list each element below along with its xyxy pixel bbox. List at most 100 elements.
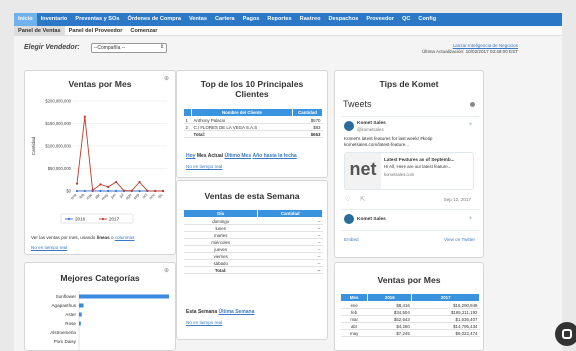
nav-tab[interactable]: Ventas: [185, 13, 211, 26]
data-point: [107, 185, 110, 189]
table-row: ene $8,416 $16,290,948: [340, 301, 480, 309]
twitter-bird-icon: ✦: [467, 122, 473, 128]
nav-tab[interactable]: Rastreo: [296, 13, 325, 26]
chat-icon: [562, 329, 572, 339]
nav-tab[interactable]: Preventas y SOs: [71, 13, 123, 26]
data-point: [83, 189, 86, 193]
category-label: Rose: [65, 321, 76, 326]
columns-link[interactable]: columnas: [115, 235, 135, 240]
total-amount: $653: [292, 130, 323, 138]
card-description: Hi All, Here are our latest feature...: [384, 164, 452, 169]
avatar[interactable]: [344, 121, 354, 131]
nav-tab[interactable]: Despachos: [325, 13, 363, 26]
panel-title: Top de los 10 Principales Clientes: [200, 79, 304, 99]
category-bar: [79, 312, 82, 317]
bi-launch-link[interactable]: Lanzar Inteligencia de Negocios: [453, 43, 518, 48]
tweet-link-card[interactable]: net Latest Features as of Septemb... Hi …: [344, 152, 474, 190]
y-tick-label: $0: [66, 189, 71, 194]
row-rank: 1: [183, 116, 192, 124]
tweet-author[interactable]: Komet Sales: [357, 121, 386, 126]
category-label: Alstroemeria: [50, 330, 76, 335]
x-tick-label: dic: [157, 192, 164, 199]
x-tick-label: feb: [78, 192, 86, 200]
data-point: [99, 189, 102, 193]
komet-tips-panel: Tips de Komet Tweets Komet Sales @komets…: [334, 70, 484, 258]
nav-tab[interactable]: Inicio: [14, 13, 37, 26]
chat-launcher-button[interactable]: [555, 322, 576, 346]
nav-tab[interactable]: Órdenes de Compra: [124, 13, 185, 26]
tweet-handle[interactable]: @kometsales: [357, 127, 384, 132]
vendor-label: Elegir Vendedor:: [24, 44, 80, 51]
sales-by-month-panel: Ventas por Mes ⊕ $200,000,000 $150,000,00…: [24, 70, 176, 255]
row-amount: $570: [292, 116, 323, 124]
total-row: Total: --: [183, 266, 323, 274]
tweet-date[interactable]: Sep 12, 2017: [444, 197, 471, 202]
info-icon[interactable]: [470, 102, 475, 107]
y-axis-label: Cantidad: [31, 136, 36, 155]
vendor-select-value: --Compañía --: [94, 45, 126, 51]
vendor-select[interactable]: --Compañía -- ⇕: [91, 43, 167, 53]
table-row: lunes --: [183, 224, 323, 232]
panel-title: Tips de Komet: [379, 79, 439, 89]
avatar[interactable]: [344, 214, 354, 224]
realtime-link[interactable]: No en tiempo real: [186, 164, 222, 169]
nav-tab[interactable]: Cartera: [211, 13, 239, 26]
panel-title: Ventas de esta Semana: [204, 191, 300, 201]
nav-tab[interactable]: Proveedor: [362, 13, 398, 26]
table-row: martes --: [183, 231, 323, 239]
top-clients-panel: Top de los 10 Principales Clientes Nombr…: [176, 70, 328, 178]
tweet-author[interactable]: Komet Sales: [357, 217, 386, 222]
zoom-icon[interactable]: ⊕: [164, 267, 169, 274]
row-amount: $83: [292, 123, 323, 131]
table-row: mar $52,643 $1,536,407: [340, 315, 480, 323]
category-bar: [79, 294, 169, 299]
series-line-2017: [76, 116, 163, 192]
sales-by-month-table: Mes 2016 2017 ene $8,416 $16,290,948 feb $3…: [339, 293, 480, 337]
sub-nav-tab[interactable]: Panel de Ventas: [14, 26, 65, 36]
sub-nav-tab[interactable]: Comenzar: [126, 26, 161, 36]
category-label: Sunflower: [56, 294, 77, 299]
top-categories-panel: Mejores Categorías ⊕ Sunflower Agapanthus…: [24, 262, 176, 351]
card-image: net: [345, 153, 381, 189]
data-point: [114, 180, 118, 184]
legend-marker: [67, 217, 71, 221]
nav-tab[interactable]: Inventario: [37, 13, 72, 26]
x-tick-label: may: [100, 192, 109, 201]
like-icon[interactable]: ♡: [345, 196, 350, 203]
col-2016: 2016: [367, 293, 413, 302]
row-rank: 2: [183, 123, 192, 131]
filter-last-month[interactable]: Último Mes: [224, 153, 251, 159]
legend-box: [60, 213, 134, 224]
filter-ytd[interactable]: Año hasta la fecha: [253, 153, 297, 159]
lines-option[interactable]: líneas: [97, 235, 110, 240]
tweets-header: Tweets: [343, 99, 372, 109]
table-row: miércoles --: [183, 238, 323, 246]
col-2017: 2017: [411, 293, 480, 302]
card-title: Latest Features as of Septemb...: [384, 157, 455, 162]
zoom-icon[interactable]: ⊕: [164, 75, 169, 82]
chart-note-text: Ver las ventas por mes, usando: [31, 235, 96, 240]
x-tick-label: jun: [109, 192, 117, 200]
twitter-bird-icon: ✦: [467, 216, 473, 222]
sales-line-chart: $200,000,000 $150,000,000 $100,000,000 $50,…: [31, 99, 167, 224]
view-on-twitter-link[interactable]: View on Twitter: [444, 237, 475, 242]
realtime-link[interactable]: No en tiempo real: [186, 320, 222, 325]
embed-link[interactable]: Embed: [344, 237, 359, 242]
share-icon[interactable]: ⇱: [360, 196, 365, 203]
filter-last-week[interactable]: Última Semana: [219, 309, 255, 315]
realtime-link[interactable]: No en tiempo real: [31, 245, 67, 250]
sub-nav-tab[interactable]: Panel del Proveedor: [65, 26, 127, 36]
nav-tab[interactable]: QC: [398, 13, 414, 26]
row-client-name: Anthony Palacio: [191, 116, 293, 124]
nav-tab[interactable]: Pagos: [239, 13, 264, 26]
category-label: Aster: [65, 312, 76, 317]
nav-tab[interactable]: Config: [414, 13, 440, 26]
y-tick-label: $200,000,000: [45, 99, 71, 104]
tweet-text: Komet's latest features for last week! #…: [344, 136, 433, 147]
filter-current-month[interactable]: Mes Actual: [197, 153, 223, 159]
data-point: [122, 189, 126, 192]
nav-tab[interactable]: Reportes: [263, 13, 295, 26]
filter-today[interactable]: Hoy: [186, 153, 195, 159]
data-point: [114, 189, 118, 193]
filter-this-week[interactable]: Esta Semana: [186, 309, 217, 315]
